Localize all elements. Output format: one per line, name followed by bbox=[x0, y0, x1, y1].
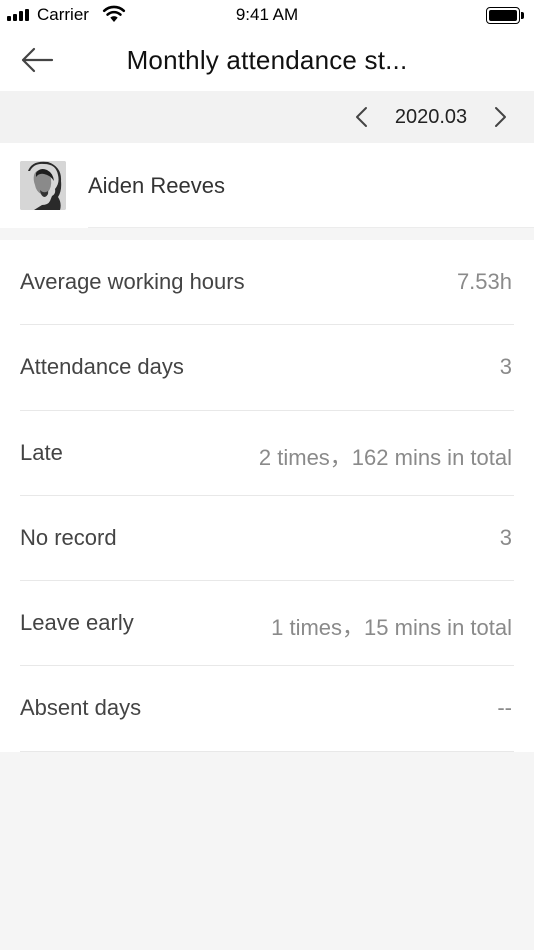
attendance-screen: Carrier 9:41 AM Monthly attendance st...… bbox=[0, 0, 534, 950]
user-row: Aiden Reeves bbox=[0, 143, 534, 228]
stat-row-average-working-hours: Average working hours 7.53h bbox=[0, 240, 534, 326]
stat-label: Average working hours bbox=[20, 269, 245, 294]
avatar-photo bbox=[20, 161, 66, 210]
stat-label: No record bbox=[20, 524, 117, 550]
chevron-left-icon[interactable] bbox=[352, 105, 372, 129]
user-name: Aiden Reeves bbox=[88, 173, 225, 198]
stat-value: 1 times，15 mins in total bbox=[271, 615, 512, 641]
divider bbox=[20, 750, 514, 752]
month-label: 2020.03 bbox=[394, 106, 468, 128]
stat-value: 2 times，162 mins in total bbox=[258, 444, 512, 470]
stat-row-absent-days: Absent days -- bbox=[0, 666, 534, 752]
stat-label: Absent days bbox=[20, 695, 142, 721]
stat-value: 3 bbox=[499, 524, 512, 550]
stat-label: Leave early bbox=[20, 610, 134, 636]
stat-row-no-record: No record 3 bbox=[0, 496, 534, 582]
stat-label: Late bbox=[20, 439, 63, 465]
stat-row-late: Late 2 times，162 mins in total bbox=[0, 411, 534, 496]
stats-list: Average working hours 7.53h Attendance d… bbox=[0, 240, 534, 752]
stat-label: Attendance days bbox=[20, 354, 184, 380]
avatar bbox=[20, 161, 66, 210]
stat-value: 7.53h bbox=[456, 269, 512, 294]
status-time: 9:41 AM bbox=[235, 5, 299, 24]
battery-icon bbox=[486, 7, 524, 24]
divider bbox=[88, 227, 534, 228]
page-title: Monthly attendance st... bbox=[126, 45, 408, 75]
stat-value: 3 bbox=[499, 354, 512, 380]
stat-row-leave-early: Leave early 1 times，15 mins in total bbox=[0, 581, 534, 667]
chevron-right-icon[interactable] bbox=[490, 105, 510, 129]
stat-row-attendance-days: Attendance days 3 bbox=[0, 325, 534, 411]
month-selector: 2020.03 bbox=[0, 91, 534, 143]
nav-bar: Monthly attendance st... bbox=[0, 30, 534, 91]
stat-value: -- bbox=[497, 695, 512, 721]
status-bar: Carrier 9:41 AM bbox=[0, 0, 534, 30]
